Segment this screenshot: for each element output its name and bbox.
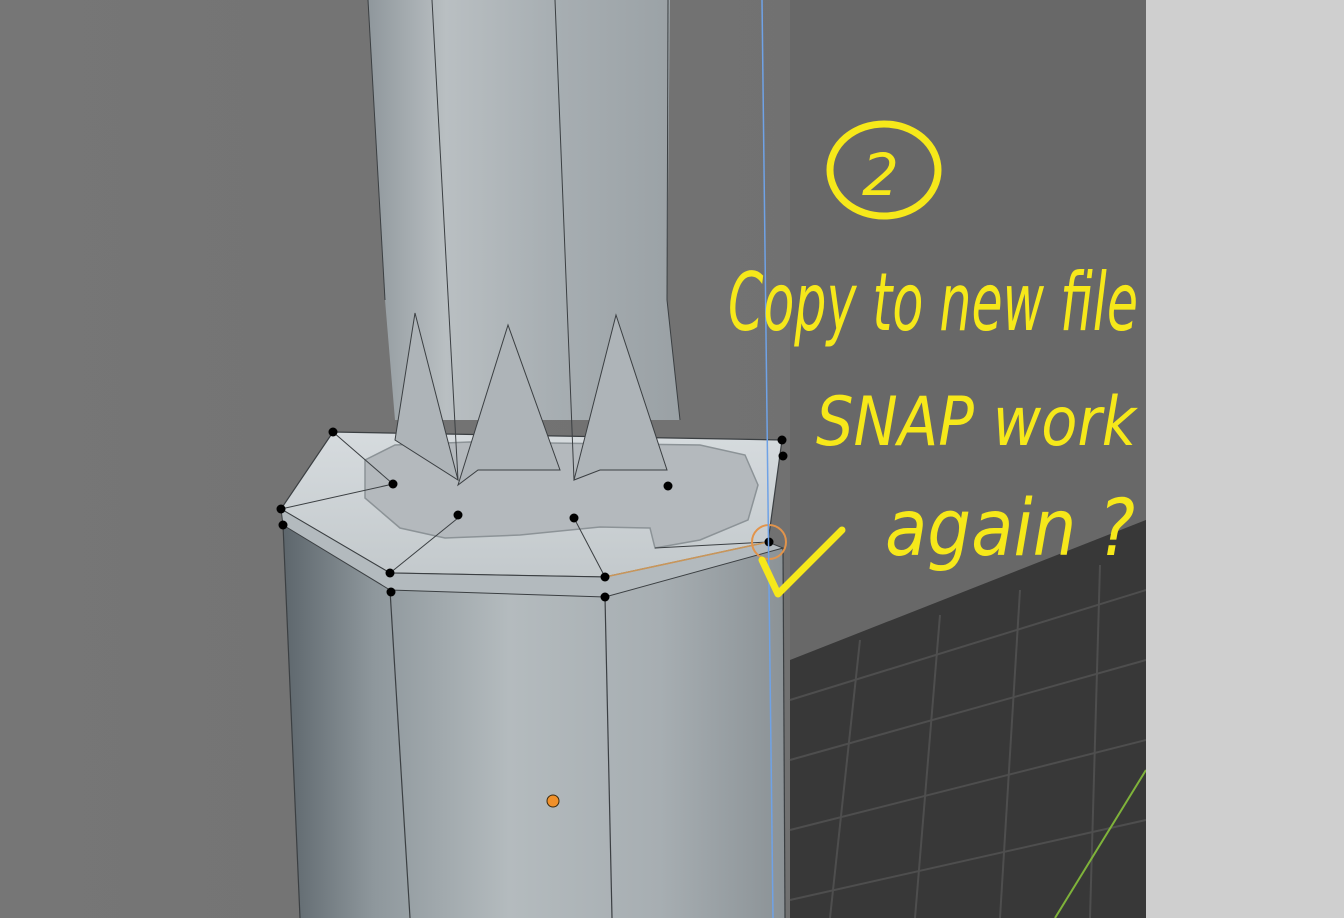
- side-panel: [1146, 0, 1344, 918]
- step-number: 2: [862, 141, 899, 209]
- annotation-line-1: Copy to new file: [728, 256, 1138, 349]
- annotation-line-2: SNAP work: [816, 383, 1138, 462]
- 3d-viewport[interactable]: 2 Copy to new file SNAP work again ?: [0, 0, 1146, 918]
- annotation-line-3: again ?: [885, 484, 1135, 574]
- viewport-canvas[interactable]: 2 Copy to new file SNAP work again ?: [0, 0, 1146, 918]
- object-origin[interactable]: [546, 794, 560, 808]
